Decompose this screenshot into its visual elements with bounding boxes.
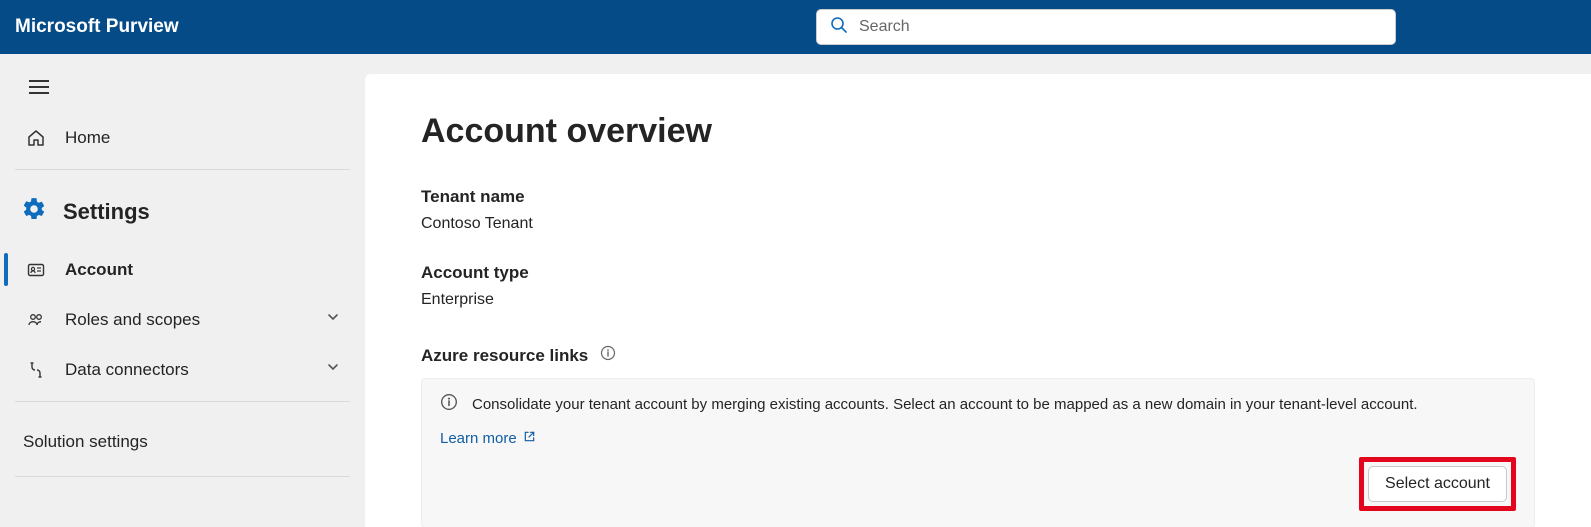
tenant-name-label: Tenant name xyxy=(421,187,1535,207)
sidebar: Home Settings Account Roles and scopes xyxy=(0,54,365,527)
gear-icon xyxy=(21,196,47,227)
search-input[interactable] xyxy=(859,18,1383,36)
nav-account-label: Account xyxy=(65,260,340,280)
nav-roles-label: Roles and scopes xyxy=(65,310,308,330)
nav-solution-settings[interactable]: Solution settings xyxy=(15,410,350,470)
layout: Home Settings Account Roles and scopes xyxy=(0,54,1591,527)
connectors-icon xyxy=(25,360,47,380)
page-title: Account overview xyxy=(421,112,1535,151)
info-banner: Consolidate your tenant account by mergi… xyxy=(421,378,1535,527)
select-account-button[interactable]: Select account xyxy=(1368,466,1507,502)
home-icon xyxy=(25,128,47,148)
nav-roles[interactable]: Roles and scopes xyxy=(15,295,350,345)
highlight-ring: Select account xyxy=(1359,457,1516,511)
tenant-name-block: Tenant name Contoso Tenant xyxy=(421,187,1535,233)
info-line: Consolidate your tenant account by mergi… xyxy=(440,393,1516,447)
main-panel: Account overview Tenant name Contoso Ten… xyxy=(365,74,1591,527)
roles-icon xyxy=(25,310,47,330)
learn-more-label: Learn more xyxy=(440,430,517,447)
divider xyxy=(15,476,350,477)
chevron-down-icon xyxy=(326,310,340,329)
account-type-block: Account type Enterprise xyxy=(421,263,1535,309)
product-title: Microsoft Purview xyxy=(15,16,179,38)
account-type-label: Account type xyxy=(421,263,1535,283)
hamburger-icon[interactable] xyxy=(19,69,59,105)
banner-text: Consolidate your tenant account by mergi… xyxy=(472,396,1418,413)
search-box[interactable] xyxy=(816,9,1396,45)
nav-section-settings: Settings xyxy=(15,178,350,245)
external-link-icon xyxy=(523,430,536,447)
search-container xyxy=(816,9,1396,45)
divider xyxy=(15,169,350,170)
chevron-down-icon xyxy=(326,360,340,379)
tenant-name-value: Contoso Tenant xyxy=(421,215,1535,233)
app-header: Microsoft Purview xyxy=(0,0,1591,54)
learn-more-link[interactable]: Learn more xyxy=(440,430,536,447)
azure-links-heading: Azure resource links xyxy=(421,345,1535,366)
solution-settings-label: Solution settings xyxy=(23,432,148,451)
nav-connectors[interactable]: Data connectors xyxy=(15,345,350,395)
banner-actions: Select account xyxy=(440,457,1516,511)
azure-links-label: Azure resource links xyxy=(421,346,588,366)
account-card-icon xyxy=(25,260,47,280)
info-icon[interactable] xyxy=(600,345,616,366)
nav-home-label: Home xyxy=(65,128,340,148)
settings-heading: Settings xyxy=(63,199,150,225)
nav-home[interactable]: Home xyxy=(15,113,350,163)
info-icon xyxy=(440,393,458,416)
search-icon xyxy=(829,15,849,40)
nav-account[interactable]: Account xyxy=(15,245,350,295)
divider xyxy=(15,401,350,402)
nav-connectors-label: Data connectors xyxy=(65,360,308,380)
account-type-value: Enterprise xyxy=(421,291,1535,309)
